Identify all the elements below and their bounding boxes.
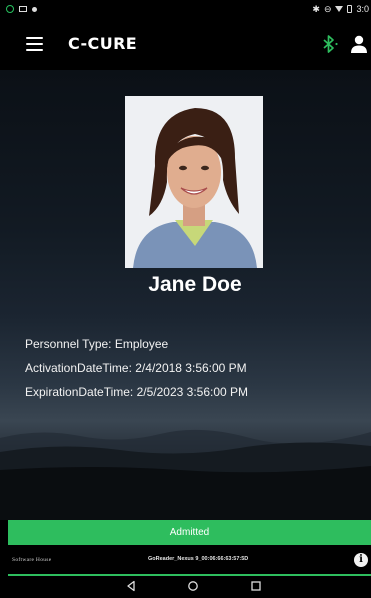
status-bar: ✱ ⊖ 3:0 bbox=[0, 0, 371, 18]
back-icon[interactable] bbox=[125, 580, 137, 592]
app-bar: C-CURE bbox=[0, 18, 371, 70]
badge-panel: Jane Doe Personnel Type: Employee Activa… bbox=[0, 70, 371, 520]
landscape-background bbox=[0, 429, 371, 520]
bluetooth-icon[interactable] bbox=[318, 33, 340, 55]
expiration-datetime: ExpirationDateTime: 2/5/2023 3:56:00 PM bbox=[25, 385, 249, 399]
home-icon[interactable] bbox=[187, 580, 199, 592]
info-icon[interactable]: i bbox=[354, 553, 368, 567]
profile-photo bbox=[125, 96, 263, 268]
navigation-bar bbox=[0, 576, 371, 598]
do-not-disturb-icon: ⊖ bbox=[323, 3, 332, 14]
footer: Software House GoReader_Nexus 9_00:06:66… bbox=[0, 545, 371, 575]
reader-id: GoReader_Nexus 9_00:06:66:63:57:5D bbox=[148, 556, 249, 562]
screenshot-icon bbox=[19, 6, 27, 12]
status-left bbox=[0, 5, 37, 13]
recent-apps-icon[interactable] bbox=[250, 580, 262, 592]
activation-datetime: ActivationDateTime: 2/4/2018 3:56:00 PM bbox=[25, 361, 247, 375]
status-right: ✱ ⊖ 3:0 bbox=[312, 0, 369, 18]
battery-icon bbox=[347, 5, 353, 13]
status-time: 3:0 bbox=[356, 4, 369, 14]
dot-icon bbox=[32, 6, 37, 12]
brand-label: Software House bbox=[12, 557, 52, 563]
menu-icon[interactable] bbox=[26, 37, 43, 51]
personnel-type: Personnel Type: Employee bbox=[25, 337, 169, 351]
person-name: Jane Doe bbox=[148, 273, 242, 296]
admitted-status-bar: Admitted bbox=[8, 520, 371, 545]
bluetooth-status-icon: ✱ bbox=[312, 3, 320, 14]
notification-icon bbox=[6, 5, 14, 13]
app-title: C-CURE bbox=[68, 34, 138, 53]
user-icon[interactable] bbox=[350, 34, 368, 54]
wifi-icon bbox=[335, 6, 344, 12]
